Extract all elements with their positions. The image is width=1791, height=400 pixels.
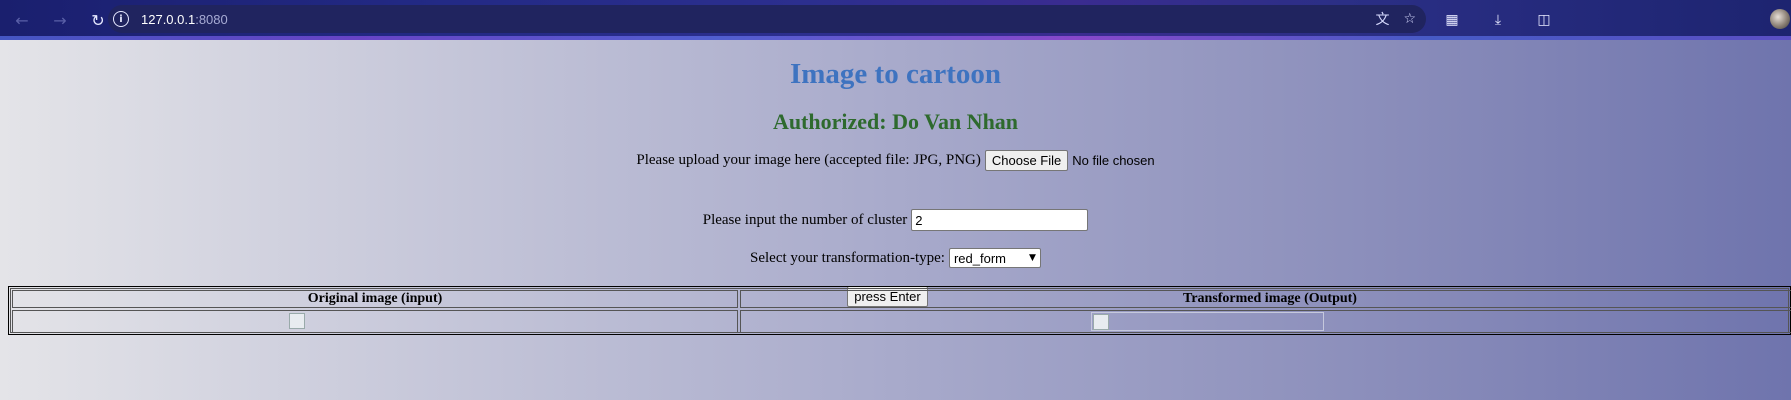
avatar[interactable] (1770, 9, 1790, 29)
transform-label: Select your transformation-type: (750, 249, 945, 266)
star-icon[interactable]: ☆ (1403, 11, 1416, 27)
transform-selected-value: red_form (953, 250, 1006, 266)
puzzle-icon[interactable]: ▦ (1438, 6, 1466, 34)
page-title: Image to cartoon (789, 58, 1001, 90)
transform-select[interactable]: red_form ▼ (948, 248, 1041, 268)
cluster-label: Please input the number of cluster (702, 211, 908, 228)
url-port: :8080 (195, 11, 228, 27)
upload-row: Please upload your image here (accepted … (0, 149, 1791, 171)
side-panel-icon[interactable]: ◫ (1530, 6, 1558, 34)
info-icon[interactable]: i (113, 11, 129, 27)
browser-toolbar: ← → ↻ i 127.0.0.1:8080 文 ☆ ▦ ⤓ ◫ (0, 0, 1791, 40)
cluster-input[interactable]: 2 (911, 209, 1089, 231)
upload-label: Please upload your image here (accepted … (636, 151, 981, 168)
broken-image-icon (289, 313, 305, 329)
table-cell-input (12, 310, 738, 333)
broken-image-icon (1091, 312, 1324, 331)
chevron-down-icon: ▼ (1029, 253, 1036, 263)
back-arrow-icon[interactable]: ← (8, 6, 36, 34)
table-header-input: Original image (input) (12, 290, 738, 308)
table-header-output: Transformed image (Output) (740, 290, 1791, 308)
forward-arrow-icon[interactable]: → (46, 6, 74, 34)
url-host: 127.0.0.1 (141, 11, 196, 27)
cluster-row: Please input the number of cluster 2 (0, 209, 1791, 231)
result-table: Original image (input) Transformed image… (8, 286, 1791, 335)
table-cell-output (740, 310, 1791, 333)
address-bar[interactable]: i 127.0.0.1:8080 文 ☆ (108, 5, 1426, 33)
url-text[interactable]: 127.0.0.1:8080 (141, 12, 228, 27)
file-status: No file chosen (1072, 152, 1155, 168)
page-content: Image to cartoon Authorized: Do Van Nhan… (0, 40, 1791, 400)
translate-icon[interactable]: 文 (1375, 9, 1389, 29)
choose-file-button[interactable]: Choose File (984, 149, 1069, 171)
download-icon[interactable]: ⤓ (1484, 6, 1512, 34)
transform-row: Select your transformation-type: red_for… (0, 247, 1791, 269)
author-heading: Authorized: Do Van Nhan (772, 109, 1019, 134)
